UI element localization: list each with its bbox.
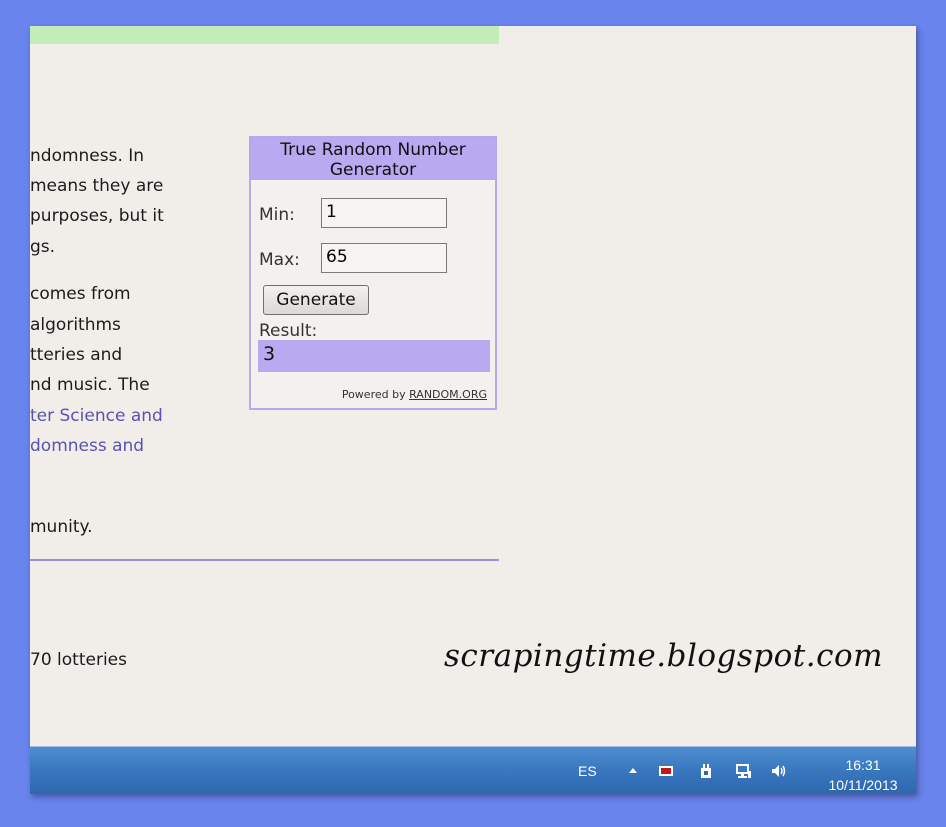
language-indicator[interactable]: ES bbox=[578, 763, 597, 779]
article-line: algorithms bbox=[30, 315, 121, 335]
random-number-widget: True Random Number Generator Min: 1 Max:… bbox=[249, 136, 497, 410]
article-link[interactable]: domness and bbox=[30, 436, 144, 456]
result-value: 3 bbox=[258, 340, 490, 372]
article-line: comes from bbox=[30, 284, 131, 304]
generate-button[interactable]: Generate bbox=[263, 285, 369, 315]
screenshot-frame: ndomness. In means they are purposes, bu… bbox=[30, 26, 916, 794]
widget-title-line2: Generator bbox=[329, 160, 417, 180]
article-line: 70 lotteries bbox=[30, 650, 127, 670]
max-label: Max: bbox=[259, 250, 300, 270]
min-input[interactable]: 1 bbox=[321, 198, 447, 228]
section-divider bbox=[30, 559, 499, 561]
volume-icon[interactable] bbox=[770, 762, 788, 780]
widget-title: True Random Number Generator bbox=[251, 138, 495, 180]
article-link[interactable]: ter Science and bbox=[30, 406, 163, 426]
article-line: purposes, but it bbox=[30, 206, 164, 226]
article-line: nd music. The bbox=[30, 375, 150, 395]
windows-taskbar: ES 16:31 10/11/2013 bbox=[30, 746, 916, 794]
powered-by: Powered by RANDOM.ORG bbox=[342, 388, 487, 401]
article-line: gs. bbox=[30, 237, 56, 257]
network-icon[interactable] bbox=[735, 762, 753, 780]
clock-time: 16:31 bbox=[845, 757, 881, 773]
blog-watermark: scrapingtime.blogspot.com bbox=[444, 638, 884, 674]
system-clock[interactable]: 16:31 10/11/2013 bbox=[820, 755, 906, 794]
flag-icon[interactable] bbox=[657, 762, 675, 780]
article-line: ndomness. In bbox=[30, 146, 145, 166]
result-label: Result: bbox=[259, 321, 318, 341]
green-header-bar bbox=[30, 26, 499, 44]
widget-title-line1: True Random Number bbox=[280, 140, 466, 160]
article-line: means they are bbox=[30, 176, 164, 196]
power-plug-icon[interactable] bbox=[697, 762, 715, 780]
show-hidden-icons-arrow-icon[interactable] bbox=[624, 762, 642, 780]
clock-date: 10/11/2013 bbox=[828, 777, 898, 793]
powered-by-text: Powered by bbox=[341, 388, 410, 401]
min-label: Min: bbox=[259, 205, 295, 225]
max-input[interactable]: 65 bbox=[321, 243, 447, 273]
article-line: munity. bbox=[30, 517, 93, 537]
article-line: tteries and bbox=[30, 345, 123, 365]
random-org-link[interactable]: RANDOM.ORG bbox=[409, 388, 487, 401]
